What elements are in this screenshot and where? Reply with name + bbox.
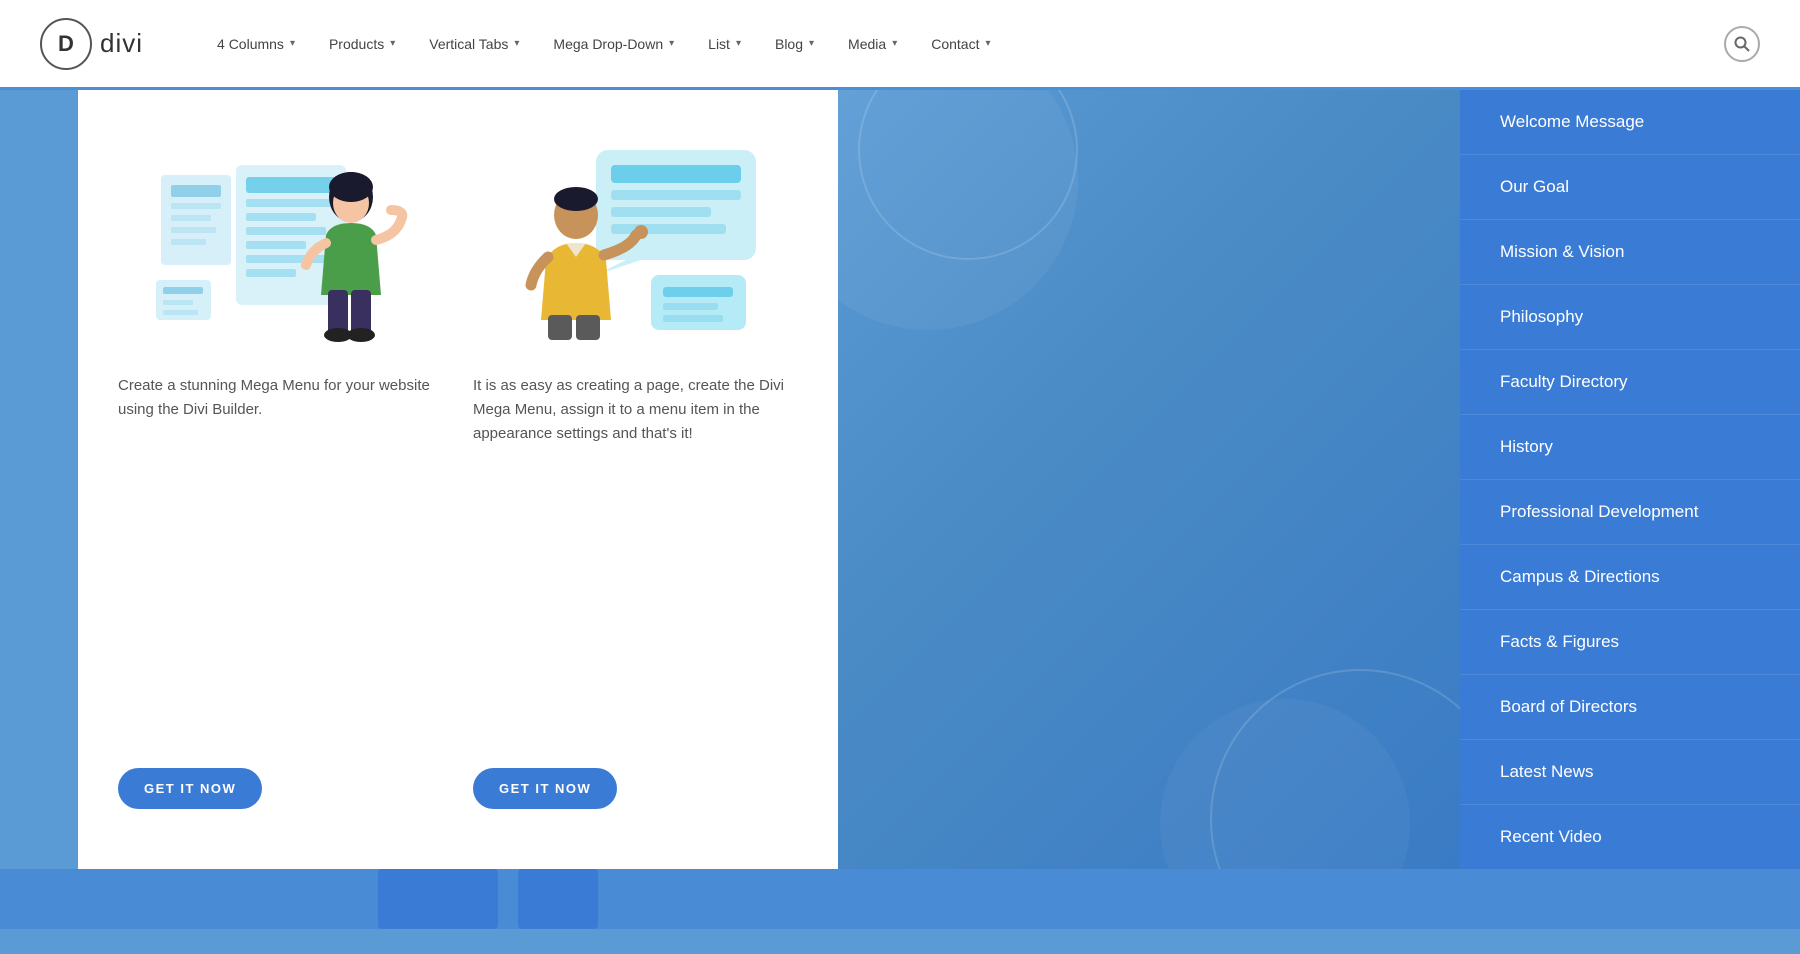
dropdown-item-our-goal[interactable]: Our Goal xyxy=(1460,155,1800,220)
nav-item-blog[interactable]: Blog ▾ xyxy=(761,28,828,60)
logo-name: divi xyxy=(100,28,143,59)
nav-item-4columns[interactable]: 4 Columns ▾ xyxy=(203,28,309,60)
get-it-now-button-2[interactable]: GET IT NOW xyxy=(473,768,617,809)
dropdown-menu: Welcome Message Our Goal Mission & Visio… xyxy=(1460,90,1800,869)
bottom-button-1 xyxy=(378,869,498,929)
dropdown-item-philosophy[interactable]: Philosophy xyxy=(1460,285,1800,350)
main-nav: 4 Columns ▾ Products ▾ Vertical Tabs ▾ M… xyxy=(203,26,1760,62)
dropdown-item-welcome[interactable]: Welcome Message xyxy=(1460,90,1800,155)
get-it-now-button-1[interactable]: GET IT NOW xyxy=(118,768,262,809)
illustration-woman-boards xyxy=(141,135,421,345)
chevron-down-icon: ▾ xyxy=(390,38,395,49)
main-content: Create a stunning Mega Menu for your web… xyxy=(0,90,1800,869)
illustration-man-chat xyxy=(496,135,776,345)
chevron-down-icon: ▾ xyxy=(290,38,295,49)
blue-background xyxy=(838,90,1460,869)
dropdown-item-board[interactable]: Board of Directors xyxy=(1460,675,1800,740)
dropdown-item-faculty[interactable]: Faculty Directory xyxy=(1460,350,1800,415)
chevron-down-icon: ▾ xyxy=(809,38,814,49)
dropdown-item-recent-video[interactable]: Recent Video xyxy=(1460,805,1800,869)
nav-item-media[interactable]: Media ▾ xyxy=(834,28,911,60)
chevron-down-icon: ▾ xyxy=(736,38,741,49)
dropdown-item-history[interactable]: History xyxy=(1460,415,1800,480)
chevron-down-icon: ▾ xyxy=(514,38,519,49)
dropdown-item-facts[interactable]: Facts & Figures xyxy=(1460,610,1800,675)
decorative-circle-1 xyxy=(858,90,1078,260)
nav-item-products[interactable]: Products ▾ xyxy=(315,28,409,60)
nav-item-mega-dropdown[interactable]: Mega Drop-Down ▾ xyxy=(539,28,688,60)
bottom-button-2 xyxy=(518,869,598,929)
mega-col-1: Create a stunning Mega Menu for your web… xyxy=(118,130,443,809)
nav-item-list[interactable]: List ▾ xyxy=(694,28,755,60)
chevron-down-icon: ▾ xyxy=(669,38,674,49)
search-icon xyxy=(1734,36,1750,52)
logo-icon: D xyxy=(40,18,92,70)
dropdown-item-campus[interactable]: Campus & Directions xyxy=(1460,545,1800,610)
illustration-2 xyxy=(473,130,798,350)
dropdown-item-professional-dev[interactable]: Professional Development xyxy=(1460,480,1800,545)
mega-menu-panel: Create a stunning Mega Menu for your web… xyxy=(78,90,838,869)
decorative-circle-2 xyxy=(1210,669,1460,869)
illustration-1 xyxy=(118,130,443,350)
bottom-bar xyxy=(0,869,1800,929)
nav-item-contact[interactable]: Contact ▾ xyxy=(917,28,1004,60)
logo[interactable]: D divi xyxy=(40,18,143,70)
mega-col-2: It is as easy as creating a page, create… xyxy=(473,130,798,809)
search-button[interactable] xyxy=(1724,26,1760,62)
col2-description: It is as easy as creating a page, create… xyxy=(473,374,798,744)
nav-item-vertical-tabs[interactable]: Vertical Tabs ▾ xyxy=(415,28,533,60)
chevron-down-icon: ▾ xyxy=(985,38,990,49)
dropdown-item-latest-news[interactable]: Latest News xyxy=(1460,740,1800,805)
col1-description: Create a stunning Mega Menu for your web… xyxy=(118,374,443,744)
chevron-down-icon: ▾ xyxy=(892,38,897,49)
header: D divi 4 Columns ▾ Products ▾ Vertical T… xyxy=(0,0,1800,90)
dropdown-item-mission[interactable]: Mission & Vision xyxy=(1460,220,1800,285)
